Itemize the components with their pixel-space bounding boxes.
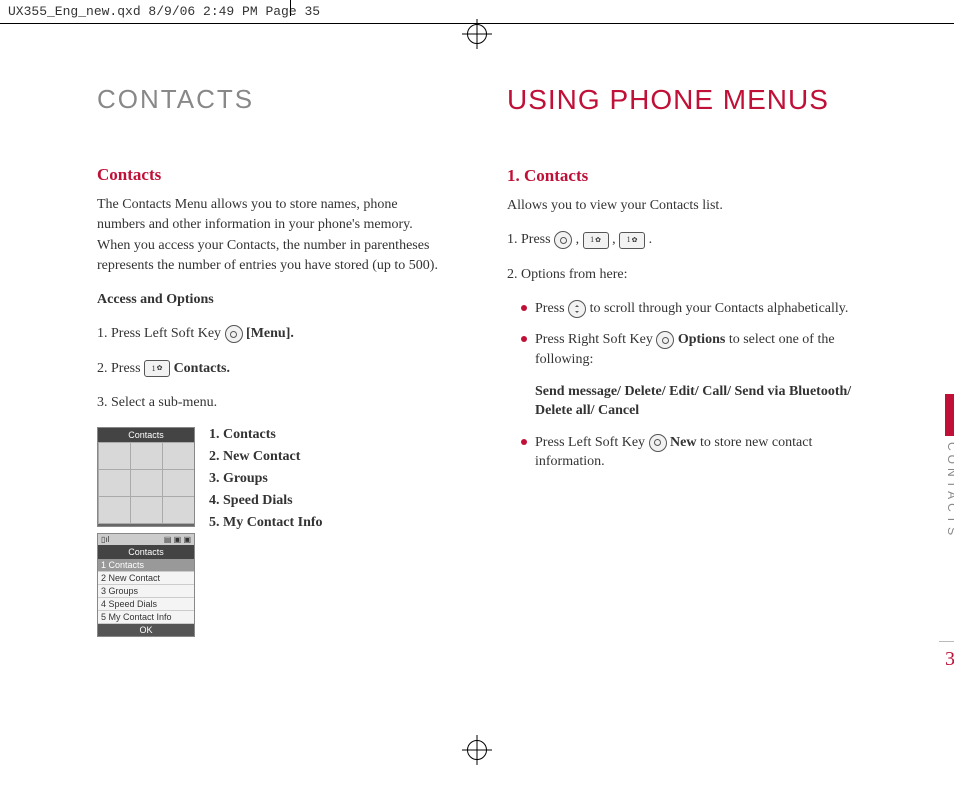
registration-mark-top: [467, 24, 487, 49]
left-section-title: CONTACTS: [97, 84, 447, 115]
bullet-item: Press to scroll through your Contacts al…: [521, 299, 857, 319]
key-1-icon: 1✿: [583, 232, 609, 249]
right-section-title: USING PHONE MENUS: [507, 84, 857, 116]
ps-item: 5 My Contact Info: [98, 611, 194, 624]
ps-item: 4 Speed Dials: [98, 598, 194, 611]
access-step-3: 3. Select a sub-menu.: [97, 393, 447, 413]
submenu-item: 5. My Contact Info: [209, 515, 323, 531]
right-softkey-icon: [656, 331, 674, 349]
phone-screenshot-grid: Contacts: [97, 427, 195, 527]
access-options-heading: Access and Options: [97, 290, 447, 310]
right-column: USING PHONE MENUS 1. Contacts Allows you…: [507, 84, 857, 637]
contacts-1-heading: 1. Contacts: [507, 166, 857, 186]
side-tab-label: CONTACTS: [945, 442, 954, 539]
submenu-item: 3. Groups: [209, 471, 323, 487]
registration-mark-bottom: [467, 740, 487, 765]
side-tab-bar: [945, 394, 954, 436]
ps-item: 2 New Contact: [98, 572, 194, 585]
access-step-1: 1. Press Left Soft Key [Menu].: [97, 324, 447, 344]
left-softkey-icon: [225, 325, 243, 343]
ps-item: 3 Groups: [98, 585, 194, 598]
section-side-tab: CONTACTS: [945, 394, 954, 539]
phone-screenshot-list-title: Contacts: [98, 545, 194, 559]
access-step-2: 2. Press 1✿ Contacts.: [97, 359, 447, 379]
phone-screenshot-grid-title: Contacts: [98, 428, 194, 442]
page-number: 35: [939, 641, 954, 671]
bullet-item: Press Left Soft Key New to store new con…: [521, 433, 857, 472]
left-column: CONTACTS Contacts The Contacts Menu allo…: [97, 84, 447, 637]
options-block: Send message/ Delete/ Edit/ Call/ Send v…: [535, 382, 857, 421]
nav-key-icon: [568, 300, 586, 318]
right-step-1: 1. Press , 1✿ , 1✿ .: [507, 230, 857, 250]
submenu-item: 2. New Contact: [209, 449, 323, 465]
contacts-intro: The Contacts Menu allows you to store na…: [97, 195, 447, 276]
left-softkey-icon: [554, 231, 572, 249]
submenu-item: 4. Speed Dials: [209, 493, 323, 509]
submenu-list: 1. Contacts 2. New Contact 3. Groups 4. …: [209, 427, 323, 537]
right-step-2: 2. Options from here:: [507, 265, 857, 285]
bullet-item: Press Right Soft Key Options to select o…: [521, 330, 857, 369]
phone-screenshot-list: ▯ıl▤ ▣ ▣ Contacts 1 Contacts 2 New Conta…: [97, 533, 195, 637]
contacts-heading: Contacts: [97, 165, 447, 185]
left-softkey-icon: [649, 434, 667, 452]
key-1-icon: 1✿: [619, 232, 645, 249]
submenu-item: 1. Contacts: [209, 427, 323, 443]
ps-item: 1 Contacts: [98, 559, 194, 572]
key-1-icon: 1✿: [144, 360, 170, 377]
contacts-1-intro: Allows you to view your Contacts list.: [507, 196, 857, 216]
